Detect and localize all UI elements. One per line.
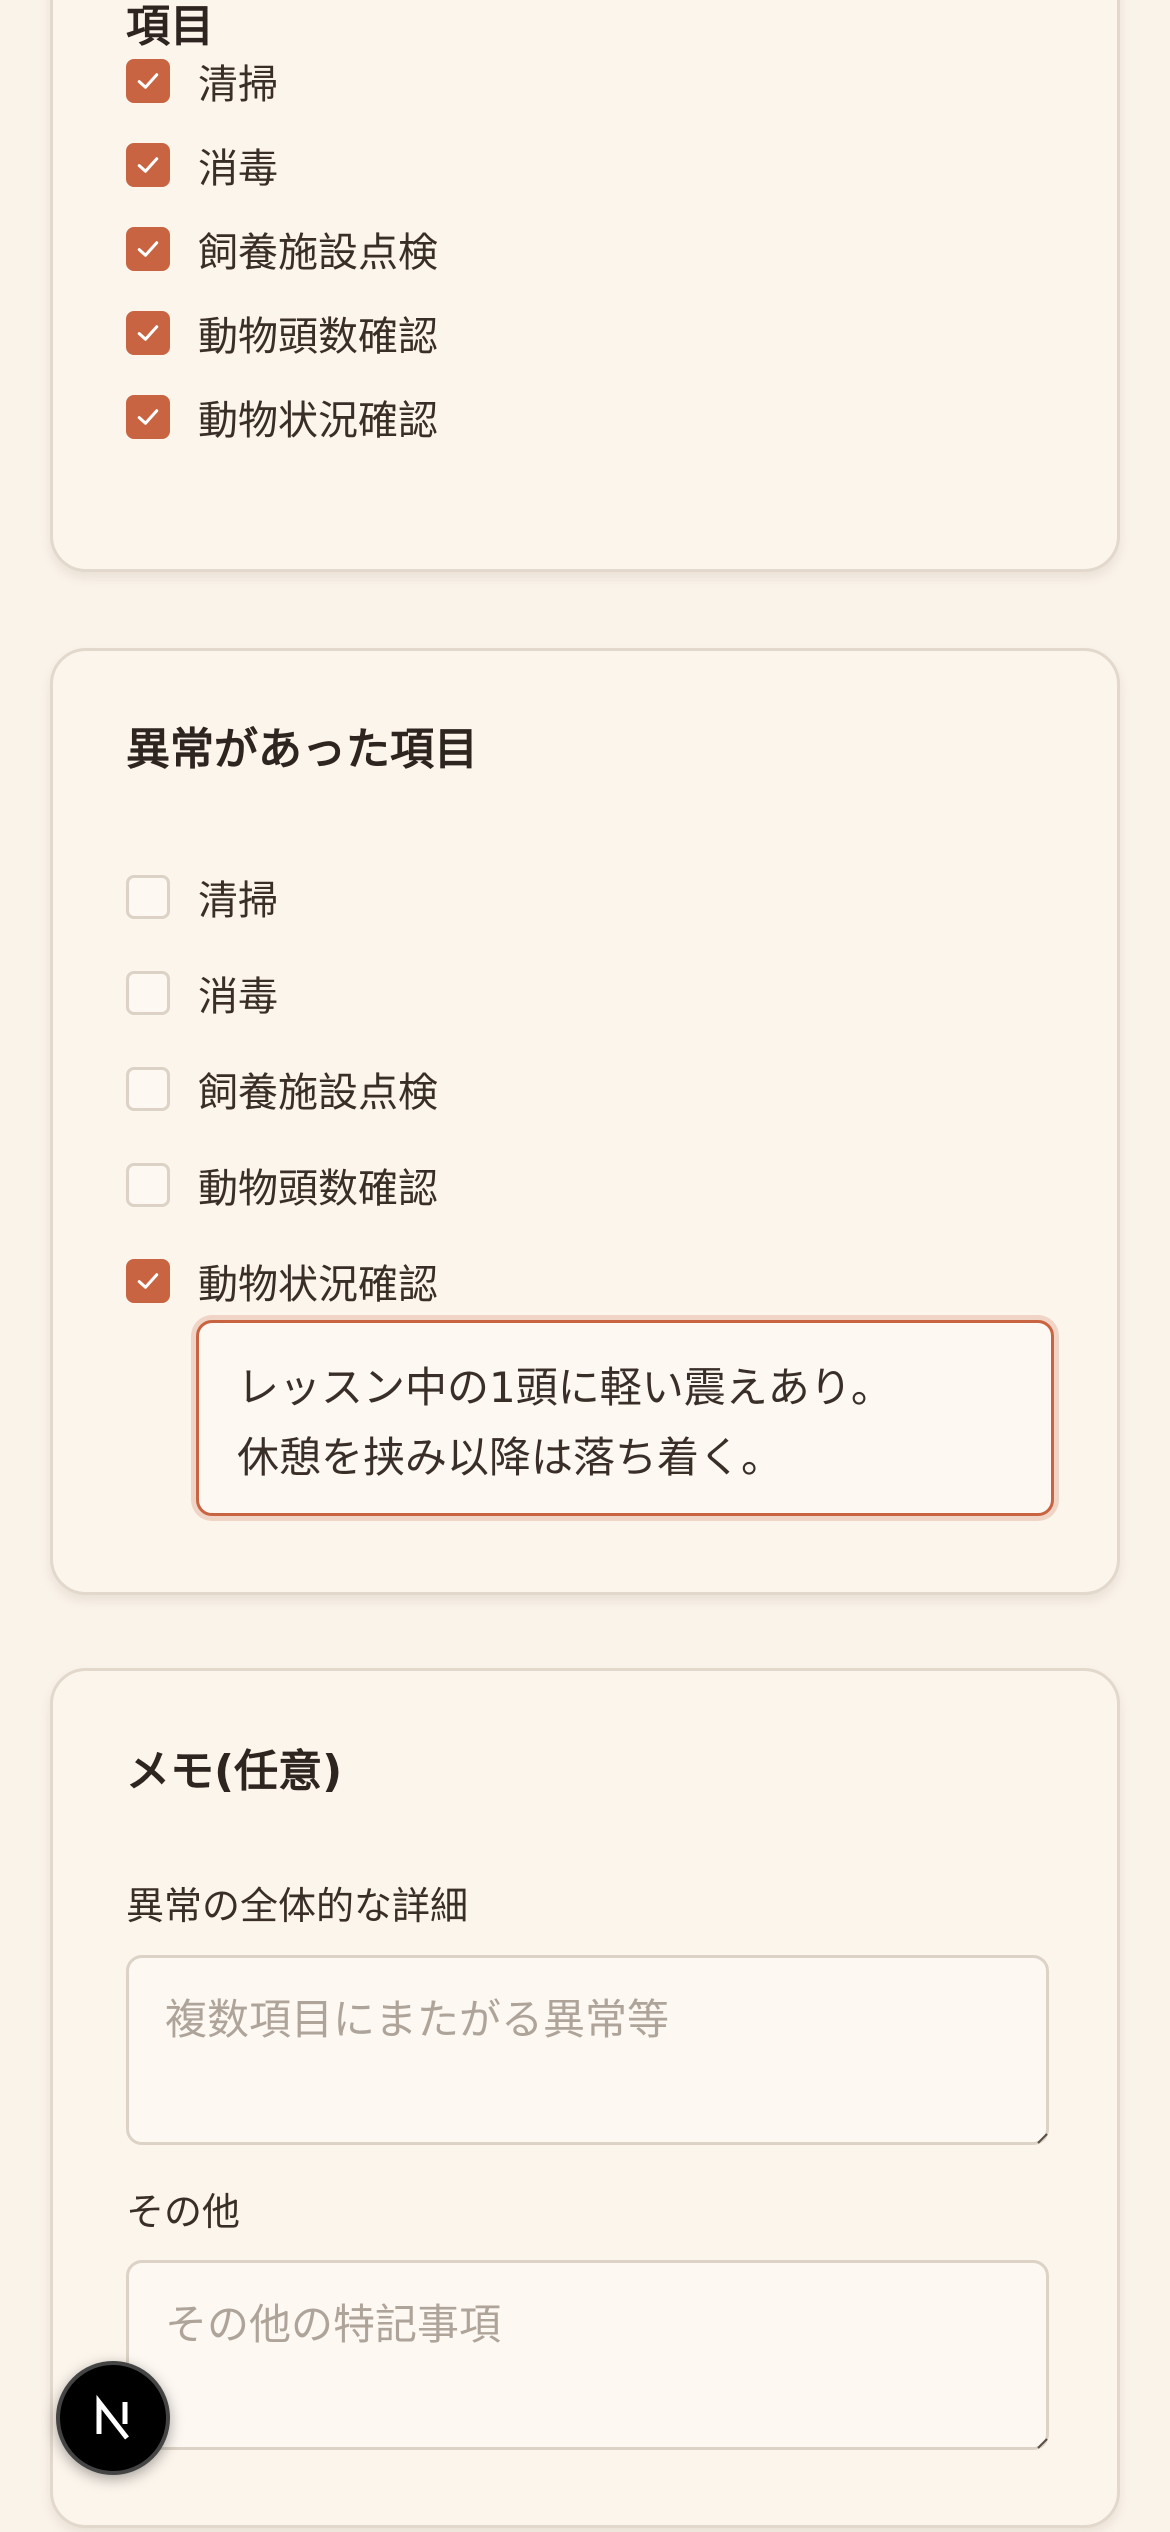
performed-item-disinfection[interactable]: 消毒 <box>126 137 278 193</box>
item-label: 動物頭数確認 <box>198 314 438 360</box>
performed-item-animal-condition[interactable]: 動物状況確認 <box>126 389 438 445</box>
nextjs-icon <box>96 2394 129 2440</box>
abnormal-item-facility-inspection[interactable]: 飼養施設点検 <box>126 1061 438 1117</box>
resize-grip-icon[interactable] <box>1036 2434 1048 2449</box>
checkbox-checked[interactable] <box>126 227 170 271</box>
checkbox-checked[interactable] <box>126 59 170 103</box>
checkbox-unchecked[interactable] <box>126 1163 170 1207</box>
other-textarea[interactable] <box>126 2260 1049 2450</box>
other-label: その他 <box>126 2190 241 2234</box>
abnormal-section-title: 異常があった項目 <box>126 724 478 775</box>
item-label: 飼養施設点検 <box>198 230 438 276</box>
overall-detail-label: 異常の全体的な詳細 <box>126 1884 469 1928</box>
nextjs-dev-badge[interactable] <box>56 2361 170 2475</box>
abnormal-item-cleaning[interactable]: 清掃 <box>126 869 278 925</box>
item-label: 飼養施設点検 <box>198 1070 438 1116</box>
item-label: 消毒 <box>198 146 278 192</box>
item-label: 動物頭数確認 <box>198 1166 438 1212</box>
item-label: 消毒 <box>198 974 278 1020</box>
checkbox-checked[interactable] <box>126 395 170 439</box>
abnormal-items-card: 異常があった項目 清掃 消毒 飼養施設点検 動物頭数確認 動物状況確認 レッスン… <box>50 648 1120 1595</box>
item-label: 動物状況確認 <box>198 398 438 444</box>
abnormal-item-headcount[interactable]: 動物頭数確認 <box>126 1157 438 1213</box>
checkbox-checked[interactable] <box>126 1259 170 1303</box>
item-label: 動物状況確認 <box>198 1262 438 1308</box>
check-icon <box>137 325 159 341</box>
check-icon <box>137 409 159 425</box>
performed-section-title: 項目 <box>126 1 214 52</box>
checkbox-unchecked[interactable] <box>126 971 170 1015</box>
check-icon <box>137 1273 159 1289</box>
overall-detail-textarea[interactable] <box>126 1955 1049 2145</box>
abnormal-item-animal-condition[interactable]: 動物状況確認 <box>126 1253 438 1309</box>
animal-condition-detail-input[interactable]: レッスン中の1頭に軽い震えあり。 休憩を挟み以降は落ち着く。 <box>196 1320 1054 1516</box>
checkbox-checked[interactable] <box>126 311 170 355</box>
memo-section-title: メモ(任意) <box>126 1746 343 1797</box>
item-label: 清掃 <box>198 62 278 108</box>
resize-grip-icon[interactable] <box>1036 2129 1048 2144</box>
performed-items-card: 項目 清掃 消毒 飼養施設点検 動物頭数確認 動物状況確認 <box>50 0 1120 572</box>
performed-item-cleaning[interactable]: 清掃 <box>126 53 278 109</box>
performed-item-headcount[interactable]: 動物頭数確認 <box>126 305 438 361</box>
check-icon <box>137 73 159 89</box>
check-icon <box>137 157 159 173</box>
check-icon <box>137 241 159 257</box>
checkbox-unchecked[interactable] <box>126 875 170 919</box>
memo-card: メモ(任意) 異常の全体的な詳細 その他 <box>50 1668 1120 2528</box>
abnormal-item-disinfection[interactable]: 消毒 <box>126 965 278 1021</box>
performed-item-facility-inspection[interactable]: 飼養施設点検 <box>126 221 438 277</box>
checkbox-unchecked[interactable] <box>126 1067 170 1111</box>
item-label: 清掃 <box>198 878 278 924</box>
checkbox-checked[interactable] <box>126 143 170 187</box>
